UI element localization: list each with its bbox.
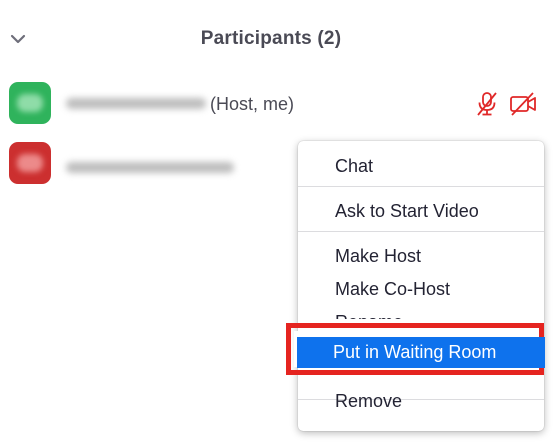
video-off-icon[interactable]: [509, 91, 537, 117]
menu-item-remove[interactable]: Remove: [298, 385, 544, 417]
menu-divider: [298, 186, 544, 187]
menu-item-make-host[interactable]: Make Host: [298, 240, 544, 272]
avatar: [9, 142, 51, 184]
menu-divider: [298, 231, 544, 232]
participant-name-redacted: [66, 98, 206, 109]
participant-name-redacted: [66, 162, 234, 173]
participant-role-label: (Host, me): [210, 94, 295, 114]
menu-item-rename[interactable]: Rename: [298, 306, 544, 319]
mic-muted-icon[interactable]: [473, 91, 501, 117]
menu-item-label: Chat: [335, 156, 374, 176]
menu-item-label: Make Host: [335, 246, 422, 266]
menu-item-chat[interactable]: Chat: [298, 150, 544, 182]
avatar: [9, 82, 51, 124]
participant-context-menu: Chat Ask to Start Video Make Host Make C…: [298, 141, 544, 431]
menu-item-label: Put in Waiting Room: [333, 342, 497, 362]
panel-title: Participants (2): [200, 28, 342, 49]
menu-item-make-co-host[interactable]: Make Co-Host: [298, 273, 544, 305]
menu-item-ask-to-start-video[interactable]: Ask to Start Video: [298, 195, 544, 227]
menu-item-label: Rename: [335, 306, 403, 319]
menu-item-put-in-waiting-room[interactable]: Put in Waiting Room: [297, 337, 545, 368]
participant-row[interactable]: (Host, me): [0, 82, 556, 128]
menu-item-label: Remove: [335, 391, 403, 411]
menu-item-label: Make Co-Host: [335, 279, 451, 299]
menu-item-label: Ask to Start Video: [335, 201, 479, 221]
